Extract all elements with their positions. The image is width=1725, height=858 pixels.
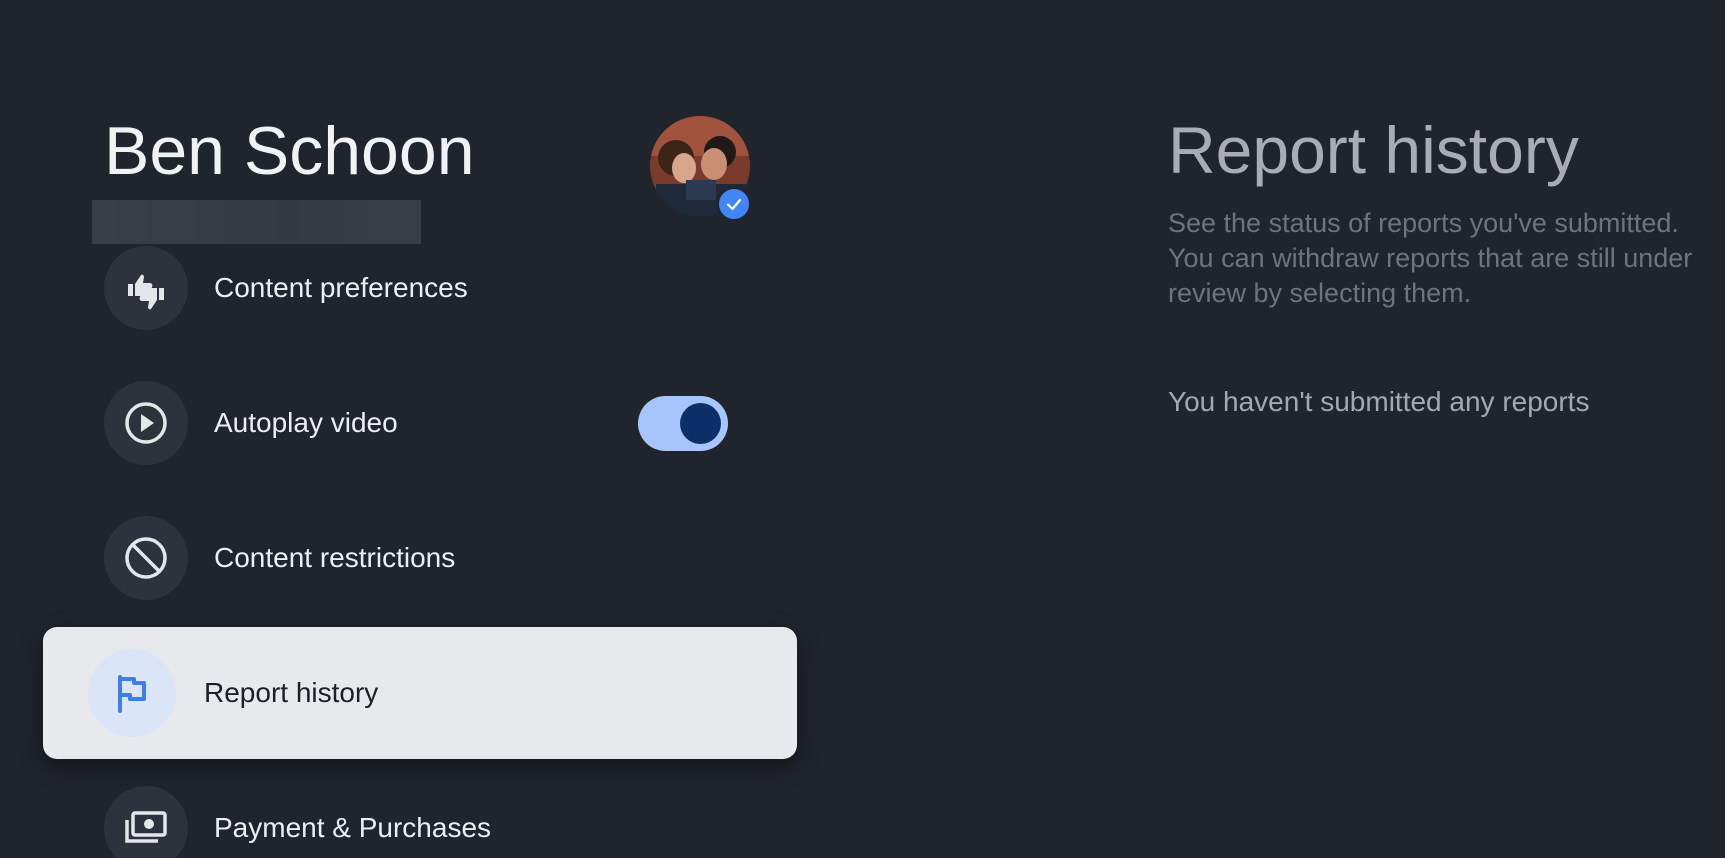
menu-item-payment-purchases[interactable]: Payment & Purchases <box>104 786 724 858</box>
verified-badge-icon <box>716 186 752 222</box>
menu-item-label: Content preferences <box>214 272 468 303</box>
autoplay-toggle[interactable] <box>638 396 728 451</box>
toggle-knob <box>680 403 721 444</box>
menu-item-content-preferences[interactable]: Content preferences <box>104 246 724 330</box>
menu-item-label: Autoplay video <box>214 407 398 438</box>
menu-item-content-restrictions[interactable]: Content restrictions <box>104 516 724 600</box>
menu-item-report-history[interactable]: Report history <box>43 627 797 759</box>
payments-icon <box>104 786 188 858</box>
empty-state-message: You haven't submitted any reports <box>1168 386 1590 417</box>
menu-item-label: Content restrictions <box>214 542 456 573</box>
detail-title: Report history <box>1168 113 1579 187</box>
menu-item-label: Report history <box>204 677 379 708</box>
settings-screen: Ben Schoon Content preferences Autoplay … <box>0 0 1725 858</box>
menu-item-autoplay-video[interactable]: Autoplay video <box>104 381 728 465</box>
menu-item-label: Payment & Purchases <box>214 812 492 843</box>
avatar[interactable] <box>646 116 754 222</box>
block-icon <box>104 516 188 600</box>
account-email-redacted <box>92 200 421 244</box>
profile-name: Ben Schoon <box>104 113 475 189</box>
flag-icon <box>88 649 176 737</box>
thumbs-up-down-icon <box>104 246 188 330</box>
detail-description: See the status of reports you've submitt… <box>1168 208 1693 308</box>
play-circle-icon <box>104 381 188 465</box>
